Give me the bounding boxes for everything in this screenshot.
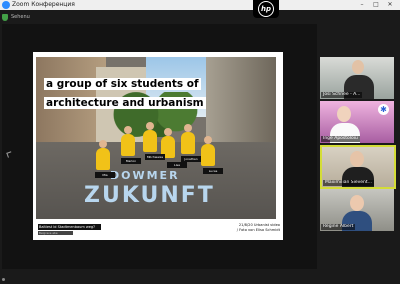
participant-name: Regine Albert (321, 224, 356, 230)
participant-name: Josi Schnee - A... (321, 92, 363, 98)
name-sign: Mia (95, 172, 115, 178)
star-icon: ✱ (378, 104, 389, 115)
name-sign: Lucas (203, 168, 223, 174)
student-figure (96, 140, 110, 170)
slide-heading-line1: a group of six students of (44, 78, 201, 90)
participant-tile[interactable]: Josi Schnee - A... (320, 57, 394, 99)
students-group: Marlon Milchweiss Lisa Jonathan Mia Luca… (81, 122, 231, 182)
student-figure (181, 124, 195, 154)
name-sign: Lisa (167, 162, 187, 168)
maximize-button[interactable]: □ (370, 0, 382, 10)
window-titlebar: Zoom Конференция – □ ✕ (0, 0, 400, 10)
participant-name: Maximilian Sievent... (323, 180, 374, 186)
name-sign: Jonathan (181, 156, 201, 162)
participant-face (337, 106, 351, 122)
student-figure (201, 136, 215, 166)
participant-tile[interactable]: ✱ Inge Apostoloiu (320, 101, 394, 143)
participant-tile-active-speaker[interactable]: Maximilian Sievent... (320, 145, 396, 189)
close-button[interactable]: ✕ (384, 0, 396, 10)
participant-name: Inge Apostoloiu (321, 136, 360, 142)
window-title: Zoom Конференция (12, 1, 75, 8)
participant-tile[interactable]: Regine Albert (320, 189, 394, 231)
minimize-button[interactable]: – (356, 0, 368, 10)
name-sign: Marlon (121, 158, 141, 164)
slide-caption-right: 21/8/20 Urbanist video / Foto von Elisa … (212, 223, 280, 232)
meeting-info-label: Sehenu (11, 14, 30, 20)
chalk-text-line2: ZUKUNFT (84, 183, 215, 208)
slide-heading: a group of six students of architecture … (44, 72, 244, 110)
slide-caption-left-sub: Belgrave ebe (38, 231, 73, 235)
meeting-info-bar[interactable]: Sehenu (2, 12, 30, 22)
slide-caption-left: Baltiest bi Stadtmenbaum weg? (38, 224, 101, 230)
participant-face (350, 195, 364, 211)
student-figure (121, 126, 135, 156)
slide-caption-right-line2: / Foto von Elisa Schmidt (236, 227, 280, 232)
zoom-app-icon (2, 1, 10, 9)
student-figure (143, 122, 157, 152)
hp-logo: hp (253, 0, 279, 18)
slide-heading-line2: architecture and urbanism (44, 97, 206, 109)
participant-face (352, 60, 364, 74)
meeting-controls-bar (0, 272, 400, 284)
more-options-icon[interactable] (2, 278, 5, 281)
name-sign: Milchweiss (145, 154, 165, 160)
shield-icon (2, 13, 8, 21)
hp-logo-icon: hp (258, 1, 274, 17)
participant-face (350, 151, 364, 167)
